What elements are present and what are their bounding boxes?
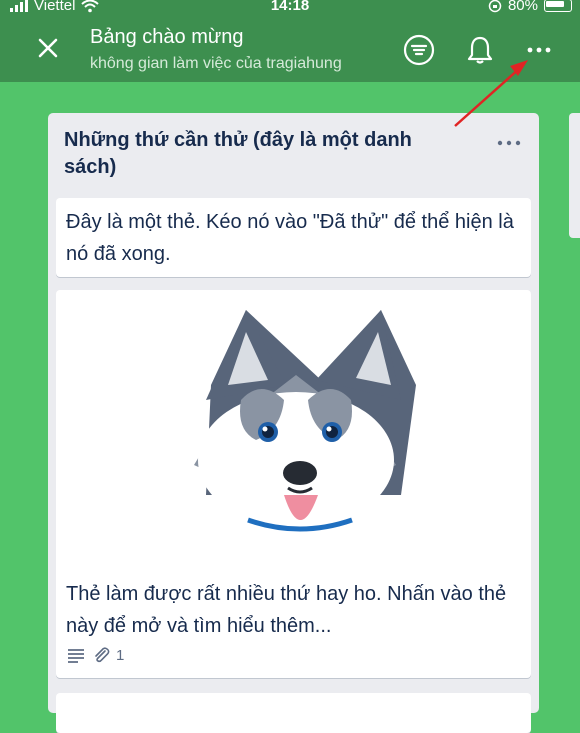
battery-percent: 80% [507,0,538,14]
card-text: Đây là một thẻ. Kéo nó vào "Đã thử" để t… [66,211,514,265]
status-bar: Viettel 14:18 80% [0,0,580,16]
list-more-icon[interactable] [497,139,521,147]
card[interactable] [56,693,531,733]
board-header: Bảng chào mừng không gian làm việc của t… [0,16,580,82]
lock-rotation-icon [488,0,502,12]
board-title: Bảng chào mừng [90,26,244,48]
workspace-name: không gian làm việc của tragiahung [90,55,342,72]
attachment-icon [95,647,110,663]
description-icon [68,649,84,663]
close-icon[interactable] [36,36,60,60]
list-column: Những thứ cần thử (đây là một danh sách)… [48,113,539,733]
next-list-peek[interactable] [569,113,580,238]
attachment-count: 1 [116,646,125,664]
bell-icon[interactable] [464,34,496,66]
card-text: Thẻ làm được rất nhiều thứ hay ho. Nhấn … [66,583,507,637]
card[interactable]: Thẻ làm được rất nhiều thứ hay ho. Nhấn … [56,290,531,678]
filter-icon[interactable] [403,34,435,66]
card[interactable]: Đây là một thẻ. Kéo nó vào "Đã thử" để t… [56,198,531,277]
battery-icon [544,0,572,12]
husky-cover-image [194,310,416,532]
more-icon[interactable] [523,34,555,66]
list-title[interactable]: Những thứ cần thử (đây là một danh sách) [64,127,424,181]
card-badges: 1 [56,642,531,668]
